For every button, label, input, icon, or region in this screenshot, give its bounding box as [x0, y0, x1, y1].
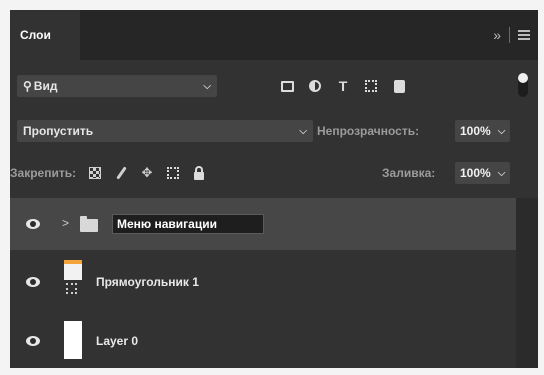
- filter-toggle[interactable]: [518, 73, 528, 97]
- opacity-label: Непрозрачность:: [317, 124, 420, 138]
- layer-thumbnail: [64, 321, 82, 359]
- filter-icons: T: [280, 75, 406, 97]
- header-divider: [509, 27, 510, 43]
- lock-label: Закрепить:: [10, 166, 77, 180]
- visibility-eye-icon[interactable]: [26, 277, 40, 287]
- chevron-down-icon: ⌵: [203, 80, 211, 92]
- blend-row: Пропустить ⌵ Непрозрачность: 100% ⌵: [10, 118, 538, 144]
- header-controls: »: [493, 10, 530, 60]
- blend-mode-select[interactable]: Пропустить ⌵: [17, 120, 313, 142]
- opacity-field[interactable]: 100% ⌵: [455, 120, 511, 142]
- panel-header: Слои »: [10, 10, 538, 60]
- opacity-value: 100%: [460, 124, 491, 138]
- layer-name: Layer 0: [96, 334, 139, 348]
- collapse-icon[interactable]: »: [493, 27, 501, 43]
- shape-layer-badge-icon: [66, 283, 77, 294]
- scrollbar-track[interactable]: [516, 198, 538, 368]
- chevron-down-icon: ⌵: [497, 167, 506, 179]
- filter-kind-label: Вид: [33, 79, 58, 93]
- image-filter-icon[interactable]: [280, 79, 294, 93]
- layer-thumbnail: [64, 260, 82, 296]
- lock-all-icon[interactable]: [192, 165, 206, 180]
- layer-row-pixel[interactable]: Layer 0: [10, 315, 516, 365]
- panel-menu-icon[interactable]: [518, 30, 530, 40]
- lock-row: Закрепить: ✥ Заливка: 100% ⌵: [10, 160, 538, 186]
- layer-row-shape[interactable]: Прямоугольник 1: [10, 254, 516, 310]
- fill-value: 100%: [460, 166, 491, 180]
- lock-transparent-pixels-icon[interactable]: [88, 166, 102, 180]
- tab-layers[interactable]: Слои: [10, 10, 80, 60]
- folder-icon: [80, 216, 98, 232]
- disclosure-chevron-icon[interactable]: >: [62, 216, 69, 230]
- tab-layers-label: Слои: [20, 28, 51, 42]
- layer-row-group[interactable]: >: [10, 198, 516, 250]
- fill-label: Заливка:: [382, 166, 436, 180]
- type-filter-icon[interactable]: T: [336, 78, 350, 94]
- layer-name: Прямоугольник 1: [96, 275, 199, 289]
- filter-row: ⚲ Вид ⌵ T: [10, 72, 538, 102]
- lock-artboard-icon[interactable]: [166, 166, 180, 180]
- visibility-eye-icon[interactable]: [26, 336, 40, 346]
- fill-field[interactable]: 100% ⌵: [455, 162, 511, 184]
- lock-position-icon[interactable]: ✥: [140, 165, 154, 180]
- chevron-down-icon: ⌵: [497, 125, 506, 137]
- chevron-down-icon: ⌵: [299, 125, 307, 137]
- lock-image-pixels-icon[interactable]: [114, 166, 128, 180]
- filter-kind-select[interactable]: ⚲ Вид ⌵: [17, 75, 217, 97]
- magnifier-icon: ⚲: [23, 79, 32, 93]
- lock-icons: ✥: [88, 162, 206, 184]
- layer-name-input[interactable]: [112, 214, 264, 234]
- adjustment-filter-icon[interactable]: [308, 79, 322, 93]
- layers-panel: Слои » ⚲ Вид ⌵ T Пропустить ⌵ Непрозрачн…: [10, 10, 538, 368]
- layers-list: > Прямоугольник 1 Layer 0: [10, 198, 538, 368]
- smart-object-filter-icon[interactable]: [392, 79, 406, 93]
- shape-filter-icon[interactable]: [364, 79, 378, 93]
- visibility-eye-icon[interactable]: [26, 219, 40, 229]
- blend-mode-value: Пропустить: [23, 124, 94, 138]
